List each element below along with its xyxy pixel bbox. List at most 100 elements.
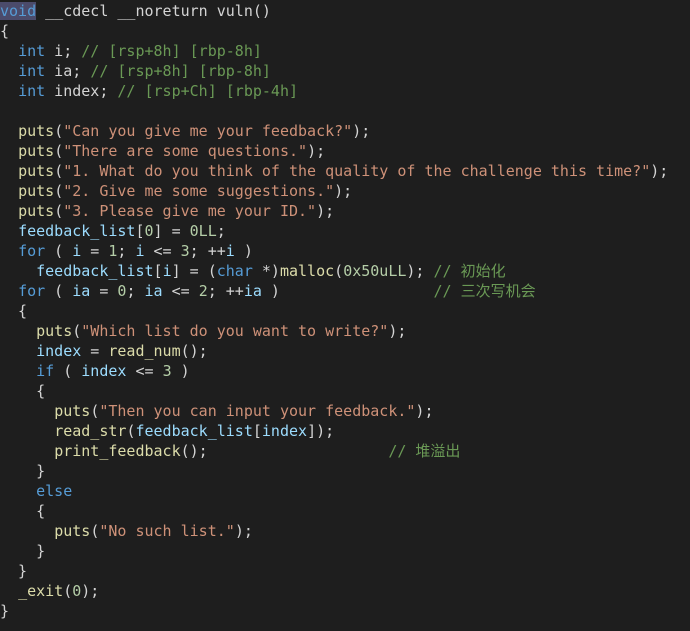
code-token: puts — [54, 522, 91, 540]
code-line[interactable]: print_feedback(); // 堆溢出 — [0, 441, 460, 461]
code-token: 0 — [72, 582, 82, 600]
code-line[interactable]: } — [0, 461, 45, 481]
code-token: ); — [415, 402, 434, 420]
code-token: ( — [54, 202, 64, 220]
code-token: feedback_list — [36, 262, 154, 280]
code-line[interactable]: { — [0, 501, 45, 521]
code-editor[interactable]: void __cdecl __noreturn vuln(){ int i; /… — [0, 0, 690, 631]
code-token: ); — [307, 142, 326, 160]
code-token: puts — [18, 162, 55, 180]
code-token: int — [18, 82, 46, 100]
code-token: ); — [234, 522, 253, 540]
code-token: 0x50uLL — [343, 262, 407, 280]
code-token: i; — [45, 42, 82, 60]
code-token: "No such list." — [99, 522, 235, 540]
code-token: read_str — [54, 422, 127, 440]
code-token: ]); — [307, 422, 335, 440]
code-token: int — [18, 42, 46, 60]
code-token: malloc — [279, 262, 335, 280]
code-token: ( — [90, 402, 100, 420]
code-token: (); — [180, 342, 208, 360]
code-line[interactable]: puts("3. Please give me your ID."); — [0, 201, 334, 221]
code-token: "1. What do you think of the quality of … — [63, 162, 651, 180]
code-line[interactable]: feedback_list[0] = 0LL; — [0, 221, 226, 241]
code-line[interactable]: } — [0, 541, 45, 561]
code-line[interactable]: puts("Then you can input your feedback."… — [0, 401, 433, 421]
code-line[interactable]: puts("Can you give me your feedback?"); — [0, 121, 370, 141]
code-token: { — [0, 502, 46, 520]
code-token: ia — [144, 282, 163, 300]
code-token: puts — [54, 402, 91, 420]
code-line[interactable]: puts("2. Give me some suggestions."); — [0, 181, 352, 201]
code-token: (); — [180, 442, 389, 460]
code-token: = — [81, 342, 109, 360]
code-token: ( — [45, 242, 73, 260]
code-line[interactable]: puts("There are some questions."); — [0, 141, 325, 161]
code-token: "Can you give me your feedback?" — [63, 122, 353, 140]
code-line[interactable]: { — [0, 301, 27, 321]
code-token: int — [18, 62, 46, 80]
code-token: index; — [45, 82, 118, 100]
code-token: else — [36, 482, 73, 500]
code-line[interactable]: int index; // [rsp+Ch] [rbp-4h] — [0, 81, 298, 101]
code-token: ( — [54, 182, 64, 200]
code-token: ); — [352, 122, 371, 140]
code-token: { — [0, 22, 10, 40]
code-token: index — [36, 342, 82, 360]
code-token: "There are some questions." — [63, 142, 308, 160]
code-line[interactable]: { — [0, 381, 45, 401]
code-line[interactable]: if ( index <= 3 ) — [0, 361, 190, 381]
code-token: ( — [45, 282, 73, 300]
code-line[interactable]: read_str(feedback_list[index]); — [0, 421, 334, 441]
code-line[interactable]: } — [0, 601, 9, 621]
code-token: ia — [243, 282, 262, 300]
code-line[interactable]: puts("1. What do you think of the qualit… — [0, 161, 668, 181]
code-token: void — [0, 2, 37, 20]
code-token: feedback_list — [135, 422, 253, 440]
code-token: char — [216, 262, 253, 280]
code-token: for — [18, 282, 46, 300]
code-line[interactable]: int i; // [rsp+8h] [rbp-8h] — [0, 41, 262, 61]
code-line[interactable]: index = read_num(); — [0, 341, 208, 361]
code-line[interactable]: } — [0, 561, 27, 581]
code-line[interactable]: { — [0, 21, 9, 41]
code-line[interactable]: feedback_list[i] = (char *)malloc(0x50uL… — [0, 261, 505, 281]
code-token: ) — [171, 362, 190, 380]
code-line[interactable]: puts("No such list."); — [0, 521, 253, 541]
code-token: ( — [54, 362, 82, 380]
code-token: "3. Please give me your ID." — [63, 202, 317, 220]
code-token: ; — [126, 282, 145, 300]
code-token: puts — [18, 182, 55, 200]
code-line[interactable]: int ia; // [rsp+8h] [rbp-8h] — [0, 61, 271, 81]
code-line[interactable]: _exit(0); — [0, 581, 99, 601]
code-token: __cdecl __noreturn vuln() — [36, 2, 271, 20]
code-line[interactable]: for ( ia = 0; ia <= 2; ++ia ) // 三次写机会 — [0, 281, 536, 301]
code-line[interactable]: void __cdecl __noreturn vuln() — [0, 1, 271, 21]
code-line[interactable]: else — [0, 481, 72, 501]
code-token: puts — [18, 122, 55, 140]
code-token: puts — [18, 202, 55, 220]
code-token: ] = — [153, 222, 190, 240]
code-token: ( — [334, 262, 344, 280]
code-token: // 三次写机会 — [433, 282, 536, 300]
code-token: ; — [117, 242, 136, 260]
code-token: { — [0, 302, 28, 320]
code-token: _exit — [18, 582, 64, 600]
code-token: ); — [316, 202, 335, 220]
code-line[interactable]: puts("Which list do you want to write?")… — [0, 321, 406, 341]
code-token: ( — [90, 522, 100, 540]
code-token: ( — [72, 322, 82, 340]
code-token: [ — [252, 422, 262, 440]
code-token: read_num — [108, 342, 181, 360]
code-line[interactable]: for ( i = 1; i <= 3; ++i ) — [0, 241, 253, 261]
code-token: ; — [216, 222, 226, 240]
